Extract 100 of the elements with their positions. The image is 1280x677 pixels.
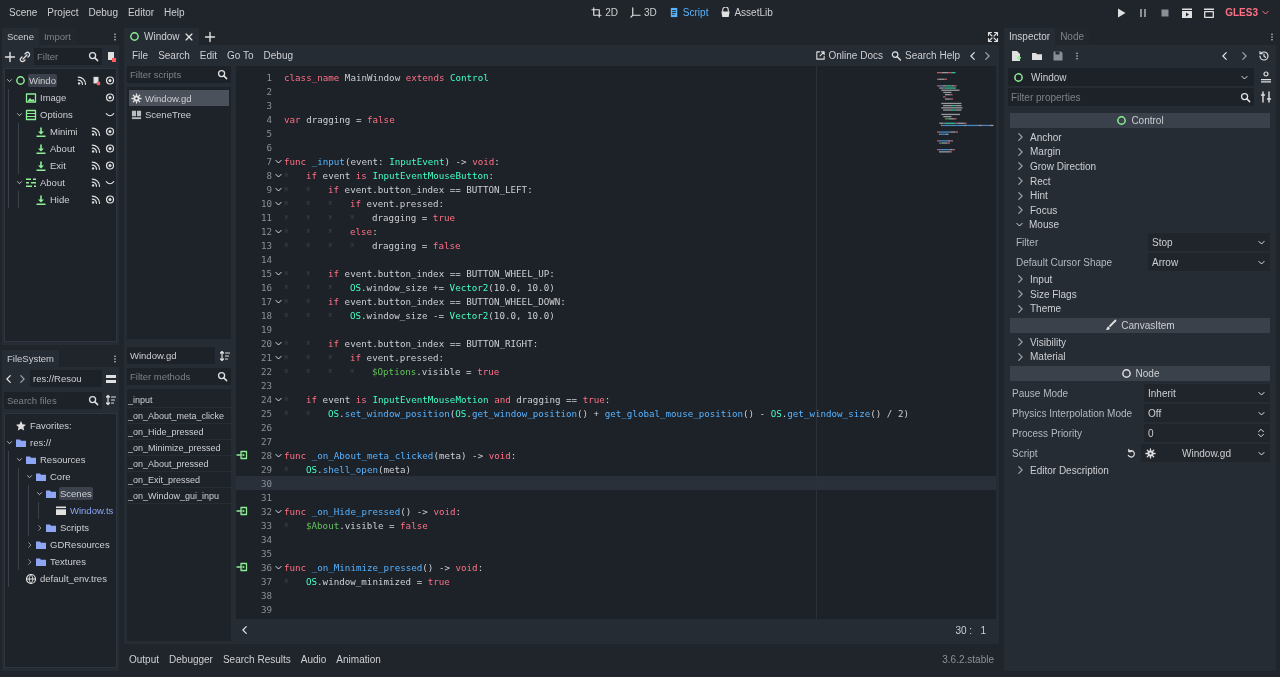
property-group[interactable]: Material	[1010, 349, 1270, 365]
property-group[interactable]: Input	[1010, 272, 1270, 287]
tree-item[interactable]: Image	[39, 91, 68, 104]
tree-item[interactable]: Options	[39, 108, 74, 121]
chevron-right-icon[interactable]	[17, 372, 27, 385]
eye-icon[interactable]	[105, 126, 115, 137]
chevron-right-icon[interactable]	[982, 49, 992, 62]
bottom-panel-tab[interactable]: Debugger	[169, 654, 213, 665]
filesystem-entry[interactable]: Textures	[49, 555, 87, 568]
property-group[interactable]: Visibility	[1010, 334, 1270, 350]
menu-item[interactable]: Scene	[4, 7, 43, 18]
signal-icon[interactable]	[91, 194, 101, 205]
script-item[interactable]: Window.gd	[129, 90, 229, 106]
filesystem-entry[interactable]: GDResources	[49, 538, 111, 551]
dock-tab[interactable]: Scene	[2, 28, 39, 45]
property-group[interactable]: Theme	[1010, 301, 1270, 316]
filesystem-entry[interactable]: Resources	[39, 453, 87, 466]
caret-icon[interactable]	[15, 110, 23, 119]
filesystem-entry[interactable]: Favorites:	[29, 419, 73, 432]
script-item[interactable]: SceneTree	[129, 106, 229, 122]
chevron-left-icon[interactable]	[240, 624, 250, 636]
property-group[interactable]: Hint	[1010, 188, 1270, 203]
script-icon[interactable]	[105, 50, 117, 63]
folder-open-icon[interactable]	[1031, 50, 1043, 62]
filter-field[interactable]: Filter	[34, 48, 102, 65]
sort-icon[interactable]	[105, 394, 117, 406]
section-header[interactable]: Control	[1010, 113, 1270, 128]
clapperboard-play-icon[interactable]	[1181, 6, 1194, 19]
filesystem-entry[interactable]: default_env.tres	[39, 572, 108, 585]
editor-tab[interactable]: Window	[124, 28, 199, 45]
dropdown[interactable]: Inherit	[1144, 384, 1270, 403]
caret-icon[interactable]	[5, 76, 13, 85]
menu-item[interactable]: Go To	[222, 50, 259, 61]
new-resource-icon[interactable]	[1010, 50, 1022, 62]
bottom-panel-tab[interactable]: Animation	[336, 654, 381, 665]
filesystem-entry[interactable]: Core	[49, 470, 72, 483]
filesystem-entry[interactable]: Scripts	[59, 521, 91, 534]
more-icon[interactable]	[1073, 50, 1081, 62]
filesystem-entry[interactable]: Scenes	[59, 487, 93, 500]
section-header[interactable]: Node	[1010, 366, 1270, 382]
script-picker[interactable]: Window.gd	[1141, 444, 1270, 463]
eye-icon[interactable]	[105, 160, 115, 171]
chevron-left-icon[interactable]	[4, 372, 14, 385]
method-item[interactable]: _on_About_pressed	[127, 456, 231, 472]
filter-field[interactable]: Filter scripts	[127, 66, 231, 83]
help-button[interactable]: Online Docs	[810, 50, 887, 61]
floppy-icon[interactable]	[1052, 50, 1064, 62]
tree-item[interactable]: Exit	[49, 159, 67, 172]
property-group[interactable]: Anchor	[1010, 130, 1270, 145]
sort-icon[interactable]	[219, 349, 231, 362]
method-item[interactable]: _input	[127, 392, 231, 408]
menu-item[interactable]: File	[127, 50, 154, 61]
method-item[interactable]: _on_Exit_pressed	[127, 472, 231, 488]
tree-item[interactable]: About	[49, 142, 76, 155]
tree-item[interactable]: About	[39, 176, 66, 189]
section-header[interactable]: CanvasItem	[1010, 317, 1270, 333]
bottom-panel-tab[interactable]: Audio	[300, 654, 327, 665]
workspace-tab[interactable]: AssetLib	[718, 5, 775, 20]
eye-icon[interactable]	[105, 92, 115, 103]
history-icon[interactable]	[1258, 50, 1270, 62]
reset-icon[interactable]	[1126, 447, 1137, 459]
bottom-panel-tab[interactable]: Output	[129, 654, 160, 665]
close-icon[interactable]	[183, 31, 194, 42]
filter-field[interactable]: Filter properties	[1008, 88, 1254, 106]
property-group[interactable]: Editor Description	[1010, 463, 1270, 478]
number-field[interactable]: 0	[1144, 424, 1270, 443]
tree-item[interactable]: Minimi	[49, 125, 79, 138]
play-icon[interactable]	[1115, 6, 1128, 19]
signal-icon[interactable]	[77, 74, 87, 86]
dock-tab[interactable]: Inspector	[1004, 28, 1056, 45]
search-field[interactable]: Search files	[4, 391, 102, 409]
dock-tab[interactable]: FileSystem	[2, 350, 59, 367]
path-field[interactable]: res://Resou	[30, 370, 102, 387]
plus-icon[interactable]	[203, 30, 216, 43]
filesystem-entry[interactable]: Window.ts	[69, 504, 115, 517]
workspace-tab[interactable]: 2D	[589, 5, 621, 20]
menu-item[interactable]: Debug	[83, 7, 123, 18]
eye-icon[interactable]	[105, 74, 115, 86]
tree-item[interactable]: Hide	[49, 193, 71, 206]
menu-item[interactable]: Help	[159, 7, 190, 18]
chevron-left-icon[interactable]	[1220, 50, 1230, 62]
dropdown[interactable]: Off	[1144, 404, 1270, 423]
eye-icon[interactable]	[105, 143, 115, 154]
method-item[interactable]: _on_Hide_pressed	[127, 424, 231, 440]
method-item[interactable]: _on_Window_gui_inpu	[127, 488, 231, 504]
menu-item[interactable]: Debug	[258, 50, 298, 61]
help-button[interactable]: Search Help	[886, 50, 964, 61]
caret-icon[interactable]	[15, 178, 23, 187]
filesystem-entry[interactable]: res://	[29, 436, 53, 449]
link-icon[interactable]	[19, 50, 31, 63]
tools-icon[interactable]	[1260, 91, 1272, 103]
signal-icon[interactable]	[91, 177, 101, 188]
property-group[interactable]: Size Flags	[1010, 286, 1270, 302]
dropdown[interactable]: Arrow	[1148, 253, 1270, 272]
property-group[interactable]: Grow Direction	[1010, 159, 1270, 174]
tree-item[interactable]: Windo	[28, 74, 57, 87]
property-group[interactable]: Focus	[1010, 202, 1270, 218]
object-selector[interactable]: Window	[1008, 68, 1254, 86]
menu-item[interactable]: Editor	[122, 7, 160, 18]
method-item[interactable]: _on_About_meta_clicke	[127, 408, 231, 424]
